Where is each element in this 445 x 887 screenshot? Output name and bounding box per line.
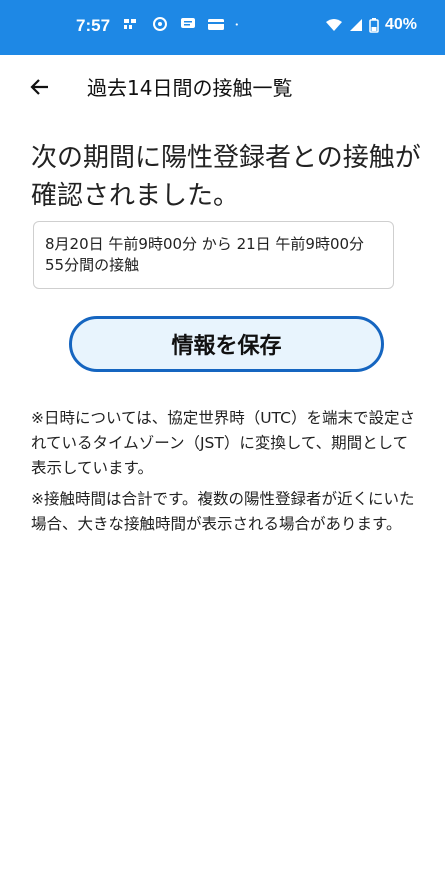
contact-duration: 55分間の接触 <box>45 256 140 274</box>
back-arrow-icon[interactable] <box>30 77 50 97</box>
page-title: 過去14日間の接触一覧 <box>87 76 293 100</box>
status-time: 7:57 <box>76 16 111 35</box>
status-right: 40% <box>325 16 417 34</box>
note-contact-duration: ※接触時間は合計です。複数の陽性登録者が近くにいた場合、大きな接触時間が表示され… <box>31 490 415 533</box>
wifi-icon <box>325 19 342 31</box>
battery-percent: 40% <box>384 16 417 33</box>
dot-icon <box>235 23 238 26</box>
notification-icon <box>124 19 136 29</box>
contact-info-box: 8月20日 午前9時00分 から 21日 午前9時00分 55分間の接触 <box>33 221 394 289</box>
save-info-button[interactable]: 情報を保存 <box>69 316 384 372</box>
battery-icon <box>369 17 379 33</box>
signal-icon <box>349 19 362 31</box>
note-time-conversion: ※日時については、協定世界時（UTC）を端末で設定されているタイムゾーン（JST… <box>31 409 415 477</box>
card-icon <box>208 19 224 30</box>
screen: 過去14日間の接触一覧 次の期間に陽性登録者との接触が確認されました。 8月20… <box>0 55 445 887</box>
message-icon <box>153 17 167 31</box>
chat-icon <box>181 18 195 28</box>
status-icons-left <box>123 17 243 31</box>
status-bar: 7:57 40% <box>0 0 445 55</box>
top-app-bar: 過去14日間の接触一覧 <box>0 55 445 121</box>
contact-headline: 次の期間に陽性登録者との接触が確認されました。 <box>31 143 421 211</box>
contact-period: 8月20日 午前9時00分 から 21日 午前9時00分 <box>45 235 365 253</box>
